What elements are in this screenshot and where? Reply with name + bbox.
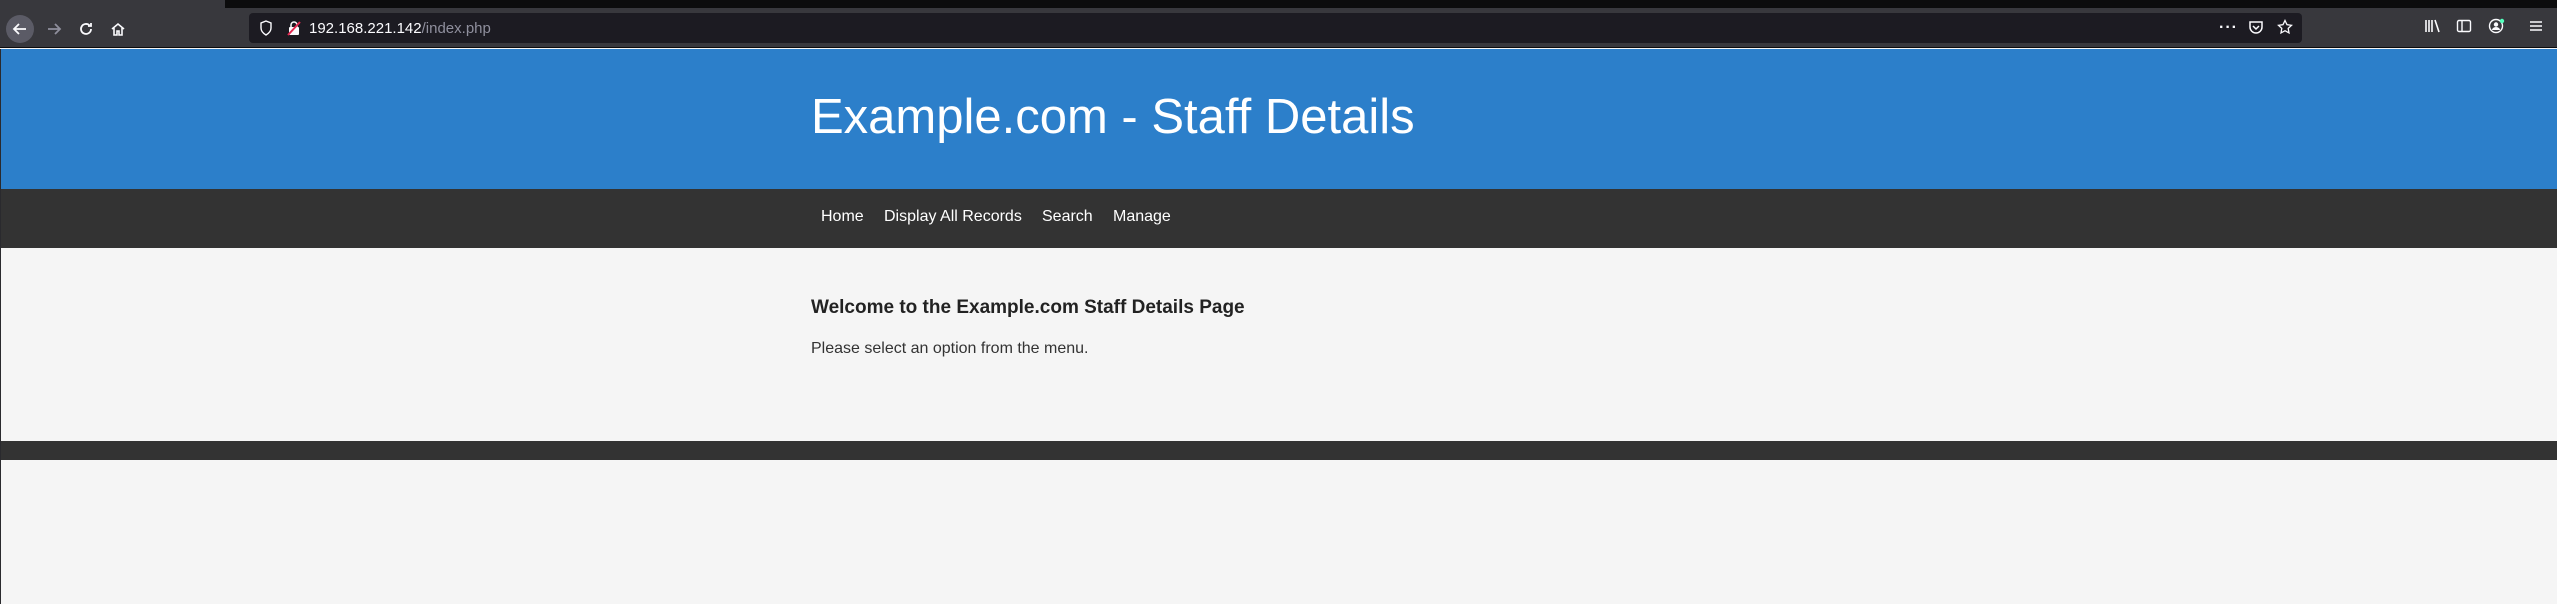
url-text[interactable]: 192.168.221.142/index.php (309, 20, 491, 37)
url-bar[interactable]: 192.168.221.142/index.php ··· (249, 13, 2302, 43)
nav-item-manage[interactable]: Manage (1113, 208, 1171, 226)
browser-toolbar: 192.168.221.142/index.php ··· (0, 8, 2557, 48)
more-icon[interactable]: ··· (2219, 19, 2238, 37)
account-icon[interactable] (2488, 18, 2506, 39)
menu-icon[interactable] (2528, 18, 2544, 39)
site-header: Example.com - Staff Details (1, 49, 2557, 189)
back-icon[interactable] (6, 15, 34, 43)
tab-strip (0, 0, 2557, 8)
nav-item-home[interactable]: Home (821, 208, 864, 226)
forward-icon[interactable] (40, 15, 68, 43)
main-nav: Home Display All Records Search Manage (1, 189, 2557, 248)
reload-icon[interactable] (72, 15, 100, 43)
url-host: 192.168.221.142 (309, 20, 422, 37)
library-icon[interactable] (2424, 18, 2442, 39)
active-tab[interactable] (0, 0, 225, 8)
nav-item-search[interactable]: Search (1042, 208, 1093, 226)
welcome-heading: Welcome to the Example.com Staff Details… (811, 297, 1245, 318)
url-path: /index.php (421, 20, 491, 37)
insecure-lock-icon[interactable] (287, 20, 301, 41)
web-page: Example.com - Staff Details Home Display… (0, 49, 2557, 604)
sidebar-icon[interactable] (2456, 18, 2472, 39)
instruction-text: Please select an option from the menu. (811, 340, 1089, 357)
nav-item-display-all-records[interactable]: Display All Records (884, 208, 1022, 226)
page-title: Example.com - Staff Details (811, 90, 1415, 144)
star-icon[interactable] (2277, 18, 2293, 40)
footer-bar (1, 441, 2557, 460)
home-icon[interactable] (104, 15, 132, 43)
pocket-icon[interactable] (2248, 19, 2264, 40)
shield-icon[interactable] (259, 20, 273, 41)
